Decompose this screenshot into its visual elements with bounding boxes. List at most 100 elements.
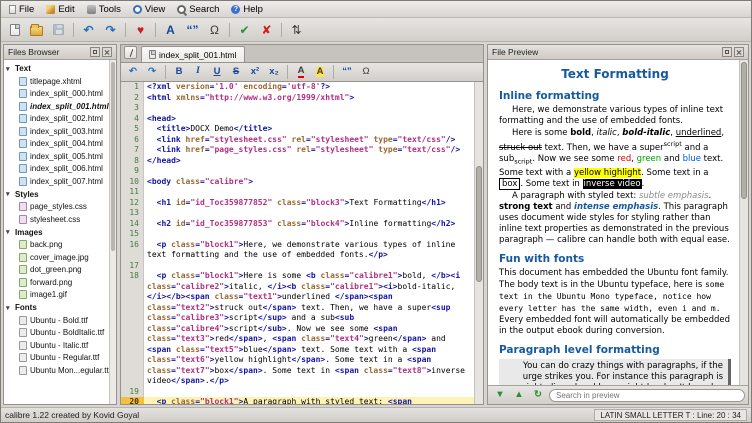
- menu-search[interactable]: Search: [171, 1, 225, 17]
- superscript-button[interactable]: x²: [246, 64, 264, 80]
- file-item[interactable]: back.png: [4, 239, 116, 252]
- scrollbar-thumb[interactable]: [111, 62, 115, 251]
- strikethrough-button[interactable]: S: [227, 64, 245, 80]
- file-item[interactable]: index_split_005.html: [4, 150, 116, 163]
- code-line[interactable]: 9: [121, 166, 474, 177]
- tree-section-text[interactable]: ▾Text: [4, 62, 116, 75]
- file-item[interactable]: page_styles.css: [4, 201, 116, 214]
- remove-unused-css-button[interactable]: ✘: [256, 20, 277, 40]
- file-item[interactable]: index_split_003.html: [4, 125, 116, 138]
- insert-special-character-button[interactable]: Ω: [204, 20, 225, 40]
- code-line[interactable]: 2<html xmlns="http://www.w3.org/1999/xht…: [121, 93, 474, 104]
- file-item[interactable]: image1.gif: [4, 289, 116, 302]
- menu-view[interactable]: View: [127, 1, 171, 17]
- file-item[interactable]: forward.png: [4, 276, 116, 289]
- files-tree-scrollbar[interactable]: [109, 60, 116, 404]
- find-previous-button[interactable]: ▲: [510, 387, 528, 403]
- file-item[interactable]: Ubuntu - Italic.ttf: [4, 339, 116, 352]
- code-line[interactable]: 18 <p class="block1">Here is some <b cla…: [121, 271, 474, 387]
- line-number: 6: [121, 135, 144, 146]
- scrollbar-thumb[interactable]: [476, 166, 482, 282]
- file-item[interactable]: index_split_001.html: [4, 100, 116, 113]
- donate-button[interactable]: ♥: [130, 20, 151, 40]
- smarten-punctuation-button[interactable]: “”: [338, 64, 356, 80]
- code-line[interactable]: 5 <title>DOCX Demo</title>: [121, 124, 474, 135]
- redo-button[interactable]: ↷: [143, 64, 161, 80]
- undo-button[interactable]: ↶: [78, 20, 99, 40]
- save-book-button[interactable]: [48, 20, 69, 40]
- close-panel-icon[interactable]: [102, 47, 112, 57]
- preview-search-input[interactable]: [549, 389, 745, 402]
- file-item[interactable]: index_split_002.html: [4, 113, 116, 126]
- float-panel-icon[interactable]: [90, 47, 100, 57]
- file-item[interactable]: cover_image.jpg: [4, 251, 116, 264]
- arrange-files-button[interactable]: ⇅: [286, 20, 307, 40]
- code-line[interactable]: 19: [121, 387, 474, 398]
- code-area[interactable]: 1<?xml version='1.0' encoding='utf-8'?>2…: [121, 82, 474, 404]
- menu-file[interactable]: File: [3, 1, 40, 17]
- files-browser-titlebar: Files Browser: [4, 45, 116, 60]
- code-line[interactable]: 14 <h2 id="id_Toc359877853" class="block…: [121, 219, 474, 230]
- smarten-punctuation-button[interactable]: “”: [182, 20, 203, 40]
- code-editor[interactable]: 1<?xml version='1.0' encoding='utf-8'?>2…: [120, 82, 484, 405]
- tab-index-split-001[interactable]: index_split_001.html: [141, 46, 245, 62]
- embed-fonts-button[interactable]: A: [160, 20, 181, 40]
- file-item[interactable]: index_split_000.html: [4, 88, 116, 101]
- code-line[interactable]: 1<?xml version='1.0' encoding='utf-8'?>: [121, 82, 474, 93]
- main-toolbar: ↶↷ ♥ A“”Ω ✔✘ ⇅: [1, 18, 751, 42]
- underline-button[interactable]: U: [208, 64, 226, 80]
- italic-button[interactable]: I: [189, 64, 207, 80]
- code-line[interactable]: 6 <link href="stylesheet.css" rel="style…: [121, 135, 474, 146]
- code-line[interactable]: 7 <link href="page_styles.css" rel="styl…: [121, 145, 474, 156]
- bold-icon: B: [176, 67, 183, 77]
- code-line[interactable]: 13: [121, 208, 474, 219]
- file-item[interactable]: dot_green.png: [4, 264, 116, 277]
- bold-button[interactable]: B: [170, 64, 188, 80]
- code-line[interactable]: 15: [121, 229, 474, 240]
- code-line[interactable]: 17: [121, 261, 474, 272]
- tree-section-styles[interactable]: ▾Styles: [4, 188, 116, 201]
- file-item[interactable]: Ubuntu Mon...egular.ttf: [4, 364, 116, 377]
- file-name: Ubuntu - Regular.ttf: [30, 353, 99, 362]
- file-item[interactable]: titlepage.xhtml: [4, 75, 116, 88]
- file-item[interactable]: Ubuntu - BoldItalic.ttf: [4, 327, 116, 340]
- file-item[interactable]: index_split_007.html: [4, 175, 116, 188]
- file-item[interactable]: Ubuntu - Regular.ttf: [4, 352, 116, 365]
- undo-button[interactable]: ↶: [124, 64, 142, 80]
- file-item[interactable]: stylesheet.css: [4, 213, 116, 226]
- code-line[interactable]: 4<head>: [121, 114, 474, 125]
- file-item[interactable]: index_split_004.html: [4, 138, 116, 151]
- refresh-preview-button[interactable]: ↻: [529, 387, 547, 403]
- menu-edit[interactable]: Edit: [40, 1, 80, 17]
- scrollbar-thumb[interactable]: [741, 62, 747, 199]
- code-line[interactable]: 11: [121, 187, 474, 198]
- text-color-button[interactable]: A: [292, 64, 310, 80]
- insert-special-character-button[interactable]: Ω: [357, 64, 375, 80]
- code-line[interactable]: 8</head>: [121, 156, 474, 167]
- background-color-button[interactable]: A: [311, 64, 329, 80]
- menu-help[interactable]: Help: [225, 1, 269, 17]
- split-view-icon[interactable]: [124, 46, 137, 59]
- preview-scrollbar[interactable]: [739, 60, 748, 385]
- file-name: index_split_001.html: [30, 102, 109, 111]
- editor-scrollbar[interactable]: [474, 82, 483, 404]
- check-book-button[interactable]: ✔: [234, 20, 255, 40]
- code-line[interactable]: 3: [121, 103, 474, 114]
- files-browser-title: Files Browser: [8, 47, 88, 57]
- find-next-button[interactable]: ▼: [491, 387, 509, 403]
- code-line[interactable]: 10<body class="calibre">: [121, 177, 474, 188]
- tree-section-fonts[interactable]: ▾Fonts: [4, 301, 116, 314]
- subscript-button[interactable]: x₂: [265, 64, 283, 80]
- file-item[interactable]: index_split_006.html: [4, 163, 116, 176]
- code-line[interactable]: 20 <p class="block1">A paragraph with st…: [121, 397, 474, 404]
- menu-tools[interactable]: Tools: [81, 1, 127, 17]
- file-item[interactable]: Ubuntu - Bold.ttf: [4, 314, 116, 327]
- close-panel-icon[interactable]: [734, 47, 744, 57]
- float-panel-icon[interactable]: [722, 47, 732, 57]
- open-book-button[interactable]: [26, 20, 47, 40]
- code-line[interactable]: 16 <p class="block1">Here, we demonstrat…: [121, 240, 474, 261]
- tree-section-images[interactable]: ▾Images: [4, 226, 116, 239]
- redo-button[interactable]: ↷: [100, 20, 121, 40]
- new-book-button[interactable]: [4, 20, 25, 40]
- code-line[interactable]: 12 <h1 id="id_Toc359877852" class="block…: [121, 198, 474, 209]
